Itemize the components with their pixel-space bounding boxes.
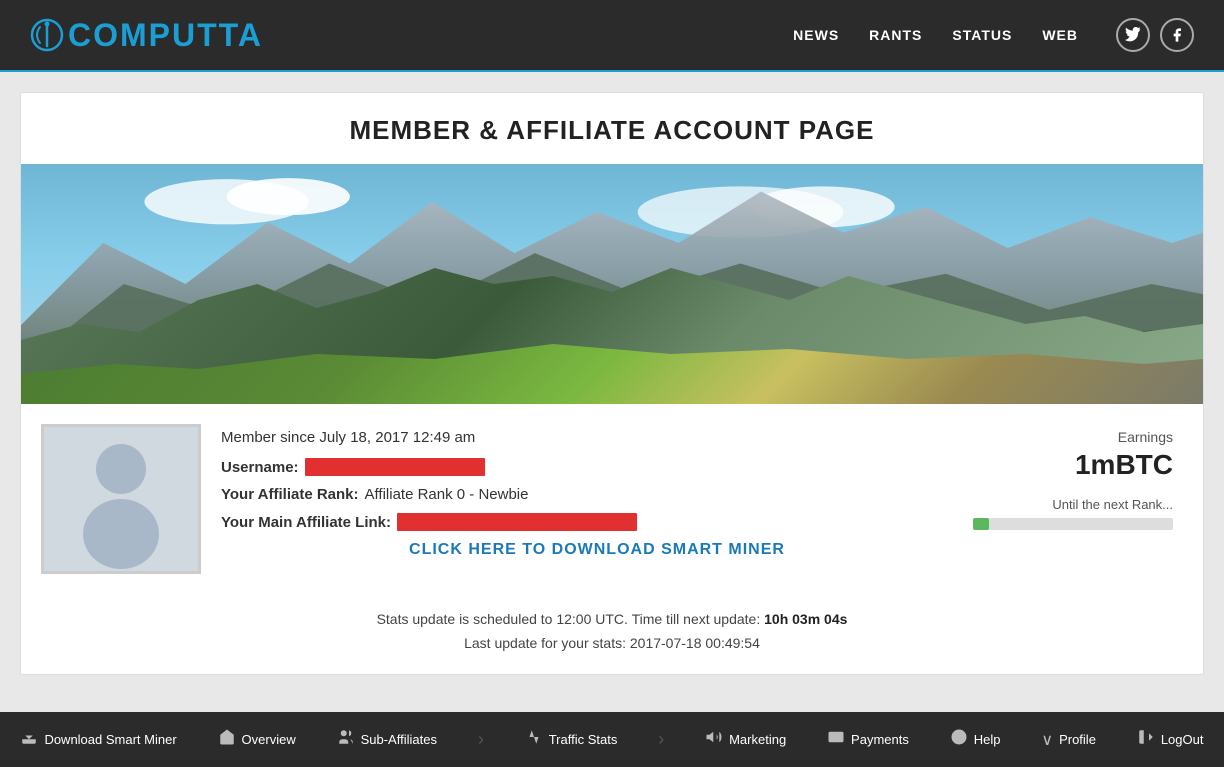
member-since: Member since July 18, 2017 12:49 am: [221, 429, 973, 446]
bottom-nav-help[interactable]: Help: [950, 728, 1001, 751]
bottom-nav-profile[interactable]: ∨ Profile: [1041, 730, 1096, 750]
logo-text: COMPUTTA: [68, 17, 263, 54]
banner-image: [21, 164, 1203, 404]
affiliate-link-row: Your Main Affiliate Link:: [221, 513, 973, 531]
main-nav: NEWS RANTS STATUS WEB: [793, 27, 1078, 43]
help-icon: [950, 728, 968, 751]
affiliate-link-redacted: [397, 513, 637, 531]
bottom-nav-profile-label: Profile: [1059, 732, 1096, 747]
bottom-nav-download[interactable]: Download Smart Miner: [20, 728, 176, 751]
stats-update-text: Stats update is scheduled to 12:00 UTC. …: [377, 611, 761, 627]
username-row: Username:: [221, 458, 973, 476]
twitter-icon[interactable]: [1116, 18, 1150, 52]
bottom-nav-logout[interactable]: LogOut: [1137, 728, 1204, 751]
bottom-nav-marketing-label: Marketing: [729, 732, 786, 747]
home-icon: [218, 728, 236, 751]
page-wrapper: MEMBER & AFFILIATE ACCOUNT PAGE: [0, 72, 1224, 675]
earnings-label: Earnings: [973, 429, 1173, 445]
logo[interactable]: COMPUTTA: [30, 17, 263, 54]
facebook-icon[interactable]: [1160, 18, 1194, 52]
avatar: [41, 424, 201, 574]
bottom-nav-sub-affiliates-label: Sub-Affiliates: [361, 732, 437, 747]
content-card: MEMBER & AFFILIATE ACCOUNT PAGE: [20, 92, 1204, 675]
bottom-nav-payments-label: Payments: [851, 732, 909, 747]
bottom-nav-marketing[interactable]: Marketing: [705, 728, 786, 751]
bottom-nav-help-label: Help: [974, 732, 1001, 747]
download-icon: [20, 728, 38, 751]
bottom-nav: Download Smart Miner Overview Sub-Affili…: [0, 712, 1224, 767]
nav-status[interactable]: STATUS: [952, 27, 1012, 43]
rank-progress-bar: [973, 518, 1173, 530]
bottom-nav-payments[interactable]: Payments: [827, 728, 909, 751]
bottom-nav-overview-label: Overview: [242, 732, 296, 747]
rank-progress-fill: [973, 518, 989, 530]
logo-icon: [30, 18, 64, 52]
username-redacted: [305, 458, 485, 476]
affiliates-icon: [337, 728, 355, 751]
stats-update-line: Stats update is scheduled to 12:00 UTC. …: [31, 608, 1193, 632]
nav-rants[interactable]: RANTS: [869, 27, 922, 43]
rank-progress-label: Until the next Rank...: [973, 497, 1173, 512]
affiliate-rank-row: Your Affiliate Rank: Affiliate Rank 0 - …: [221, 486, 973, 503]
affiliate-link-label: Your Main Affiliate Link:: [221, 514, 391, 531]
nav-news[interactable]: NEWS: [793, 27, 839, 43]
page-title: MEMBER & AFFILIATE ACCOUNT PAGE: [21, 93, 1203, 164]
affiliate-rank-label: Your Affiliate Rank:: [221, 486, 359, 503]
affiliate-rank-value: Affiliate Rank 0 - Newbie: [365, 486, 529, 503]
earnings-section: Earnings 1mBTC Until the next Rank...: [973, 424, 1173, 530]
marketing-icon: [705, 728, 723, 751]
nav-web[interactable]: WEB: [1042, 27, 1078, 43]
separator-1: ›: [478, 729, 484, 750]
bottom-nav-traffic[interactable]: Traffic Stats: [525, 728, 618, 751]
bottom-nav-traffic-label: Traffic Stats: [549, 732, 618, 747]
profile-info: Member since July 18, 2017 12:49 am User…: [221, 424, 973, 559]
separator-2: ›: [658, 729, 664, 750]
last-update-line: Last update for your stats: 2017-07-18 0…: [31, 632, 1193, 656]
profile-section: Member since July 18, 2017 12:49 am User…: [21, 404, 1203, 594]
bottom-nav-download-label: Download Smart Miner: [44, 732, 176, 747]
social-icons: [1116, 18, 1194, 52]
username-label: Username:: [221, 459, 299, 476]
profile-chevron-icon: ∨: [1041, 730, 1053, 750]
bottom-nav-sub-affiliates[interactable]: Sub-Affiliates: [337, 728, 437, 751]
avatar-silhouette: [44, 427, 198, 571]
logout-icon: [1137, 728, 1155, 751]
download-smart-miner-link[interactable]: CLICK HERE TO DOWNLOAD SMART MINER: [221, 541, 973, 559]
stats-section: Stats update is scheduled to 12:00 UTC. …: [21, 594, 1203, 674]
stats-countdown: 10h 03m 04s: [764, 611, 847, 627]
traffic-icon: [525, 728, 543, 751]
site-header: COMPUTTA NEWS RANTS STATUS WEB: [0, 0, 1224, 72]
payments-icon: [827, 728, 845, 751]
bottom-nav-logout-label: LogOut: [1161, 732, 1204, 747]
earnings-value: 1mBTC: [973, 449, 1173, 481]
bottom-nav-overview[interactable]: Overview: [218, 728, 296, 751]
